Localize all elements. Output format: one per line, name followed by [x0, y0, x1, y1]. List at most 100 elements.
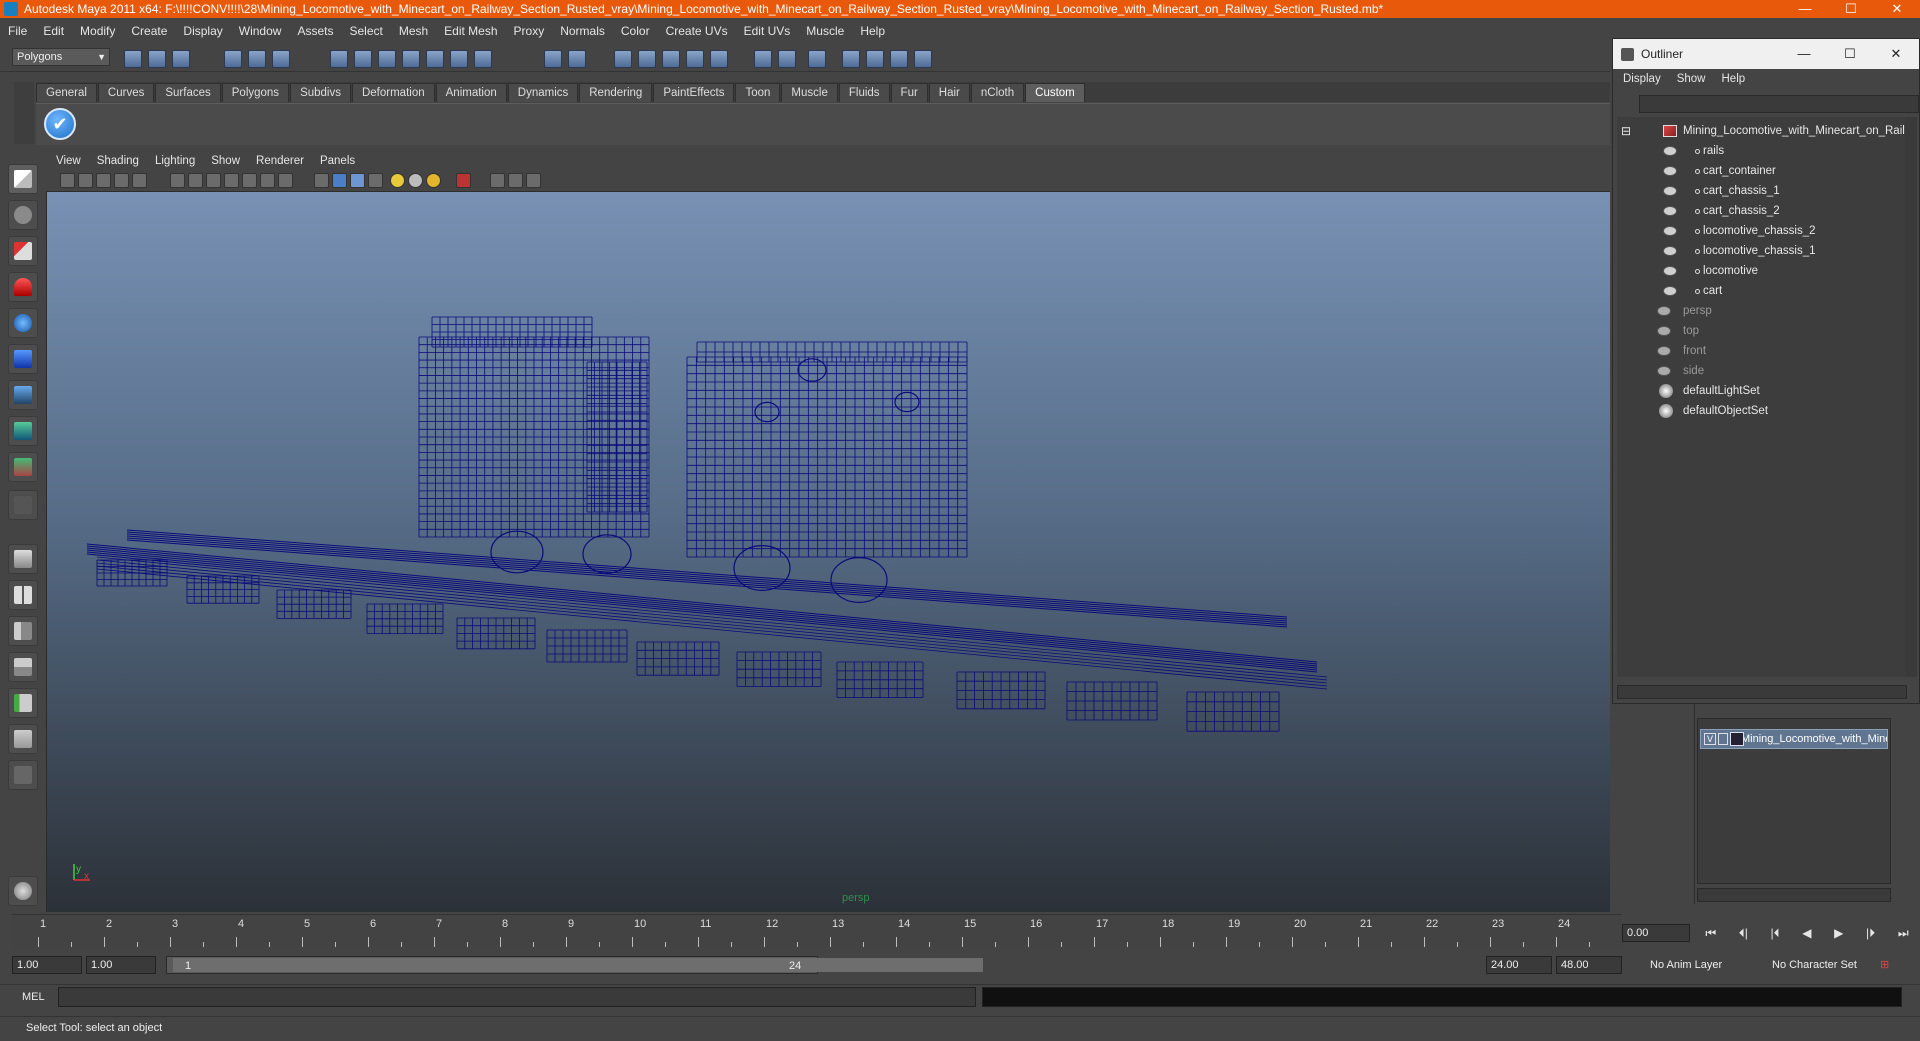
safe-action-icon[interactable] [260, 173, 275, 188]
manipulator-tool-icon[interactable] [8, 380, 38, 410]
outliner-item-locomotive-chassis-1[interactable]: locomotive_chassis_1 [1617, 241, 1907, 261]
show-manipulator-icon[interactable] [8, 452, 38, 482]
maximize-button[interactable]: ☐ [1828, 0, 1874, 18]
layer-visibility-toggle[interactable]: V [1704, 733, 1716, 745]
shelf-handle[interactable] [14, 82, 34, 144]
menu-mesh[interactable]: Mesh [399, 24, 428, 38]
input-ops-icon[interactable] [544, 50, 562, 68]
gate-mask-icon[interactable] [224, 173, 239, 188]
outliner-item-top[interactable]: top [1617, 321, 1907, 341]
animation-start-field[interactable]: 1.00 [12, 956, 82, 974]
save-scene-icon[interactable] [172, 50, 190, 68]
tab-fur[interactable]: Fur [890, 83, 928, 102]
resolution-gate-icon[interactable] [206, 173, 221, 188]
rotate-tool-icon[interactable] [8, 308, 38, 338]
grid-icon[interactable] [170, 173, 185, 188]
layout-four-pane-icon[interactable] [8, 580, 38, 610]
tab-hair[interactable]: Hair [928, 83, 970, 102]
show-attribute-editor-icon[interactable] [778, 50, 796, 68]
outliner-item-side[interactable]: side [1617, 361, 1907, 381]
perspective-viewport[interactable] [46, 192, 1610, 912]
select-hierarchy-icon[interactable] [224, 50, 242, 68]
panel-menu-shading[interactable]: Shading [97, 155, 139, 167]
wireframe-icon[interactable] [314, 173, 329, 188]
show-tool-settings-icon[interactable] [808, 50, 826, 68]
tab-painteffects[interactable]: PaintEffects [653, 83, 735, 102]
outliner-filter-input[interactable] [1639, 95, 1919, 113]
textured-icon[interactable] [368, 173, 383, 188]
range-slider[interactable]: 1 24 [166, 956, 983, 974]
isolate-select-icon[interactable] [490, 173, 505, 188]
tab-muscle[interactable]: Muscle [781, 83, 838, 102]
menu-proxy[interactable]: Proxy [514, 24, 545, 38]
layout-outliner-icon[interactable] [914, 50, 932, 68]
render-view-icon[interactable] [710, 50, 728, 68]
playback-start-field[interactable]: 1.00 [86, 956, 156, 974]
outliner-item-cart-container[interactable]: cart_container [1617, 161, 1907, 181]
tab-subdivs[interactable]: Subdivs [290, 83, 351, 102]
layout-four-icon[interactable] [866, 50, 884, 68]
outliner-item-front[interactable]: front [1617, 341, 1907, 361]
layout-persp-graph-icon[interactable] [8, 652, 38, 682]
tab-ncloth[interactable]: nCloth [970, 83, 1025, 102]
outliner-menu-show[interactable]: Show [1677, 73, 1706, 85]
panel-menu-show[interactable]: Show [211, 155, 240, 167]
hypershade-icon[interactable] [686, 50, 704, 68]
tab-rendering[interactable]: Rendering [579, 83, 653, 102]
hand-tool-icon[interactable] [8, 876, 38, 906]
outliner-item-locomotive[interactable]: locomotive [1617, 261, 1907, 281]
lasso-tool-icon[interactable] [8, 200, 38, 230]
layer-playback-toggle[interactable] [1718, 733, 1728, 745]
tab-polygons[interactable]: Polygons [221, 83, 290, 102]
tab-deformation[interactable]: Deformation [351, 83, 435, 102]
tab-animation[interactable]: Animation [435, 83, 507, 102]
panel-menu-panels[interactable]: Panels [320, 155, 355, 167]
step-back-frame-button[interactable]: |⏴ [1771, 926, 1780, 941]
layout-persp-icon[interactable] [890, 50, 908, 68]
mel-label[interactable]: MEL [22, 988, 45, 1006]
menu-color[interactable]: Color [621, 24, 650, 38]
menu-display[interactable]: Display [183, 24, 222, 38]
tab-toon[interactable]: Toon [735, 83, 781, 102]
menu-create-uvs[interactable]: Create UVs [666, 24, 728, 38]
collapse-icon[interactable]: ⊟ [1621, 121, 1631, 141]
make-live-icon[interactable] [426, 50, 444, 68]
menu-create[interactable]: Create [131, 24, 167, 38]
render-frame-icon[interactable] [614, 50, 632, 68]
soft-mod-tool-icon[interactable] [8, 416, 38, 446]
outliner-item-cart[interactable]: cart [1617, 281, 1907, 301]
play-forwards-button[interactable]: ▶ [1834, 926, 1843, 940]
snap-plane-icon[interactable] [402, 50, 420, 68]
mel-input[interactable] [58, 987, 976, 1007]
layout-outliner-persp-icon[interactable] [8, 616, 38, 646]
open-scene-icon[interactable] [148, 50, 166, 68]
auto-key-icon[interactable]: ⊞ [1880, 956, 1889, 974]
menu-select[interactable]: Select [349, 24, 382, 38]
outliner-item-rails[interactable]: rails [1617, 141, 1907, 161]
outliner-item-locomotive-chassis-2[interactable]: locomotive_chassis_2 [1617, 221, 1907, 241]
menu-edit-mesh[interactable]: Edit Mesh [444, 24, 497, 38]
play-backwards-button[interactable]: ◀ [1802, 926, 1811, 940]
paint-select-tool-icon[interactable] [8, 236, 38, 266]
xray-icon[interactable] [456, 173, 471, 188]
time-slider[interactable]: 1 2 3 4 5 6 7 8 9 10 11 12 13 14 15 16 17 18 19 20 21 22 23 24 [12, 914, 1622, 948]
menu-normals[interactable]: Normals [560, 24, 605, 38]
animation-end-field[interactable]: 48.00 [1556, 956, 1622, 974]
render-settings-icon[interactable] [662, 50, 680, 68]
go-to-start-button[interactable]: ⏮ [1705, 926, 1716, 941]
outliner-minimize-button[interactable]: — [1781, 39, 1827, 69]
outliner-menu-help[interactable]: Help [1722, 73, 1746, 85]
outliner-horizontal-scrollbar[interactable] [1617, 685, 1907, 699]
select-camera-icon[interactable] [60, 173, 75, 188]
outliner-item-cart-chassis-1[interactable]: cart_chassis_1 [1617, 181, 1907, 201]
menu-modify[interactable]: Modify [80, 24, 115, 38]
select-component-icon[interactable] [272, 50, 290, 68]
outliner-close-button[interactable]: ✕ [1873, 39, 1919, 69]
tab-custom[interactable]: Custom [1025, 83, 1085, 102]
menu-edit-uvs[interactable]: Edit UVs [744, 24, 791, 38]
panel-menu-view[interactable]: View [56, 155, 81, 167]
panel-menu-renderer[interactable]: Renderer [256, 155, 304, 167]
outliner-vertical-scrollbar[interactable] [1905, 117, 1917, 677]
layout-single-icon[interactable] [842, 50, 860, 68]
menu-file[interactable]: File [8, 24, 27, 38]
